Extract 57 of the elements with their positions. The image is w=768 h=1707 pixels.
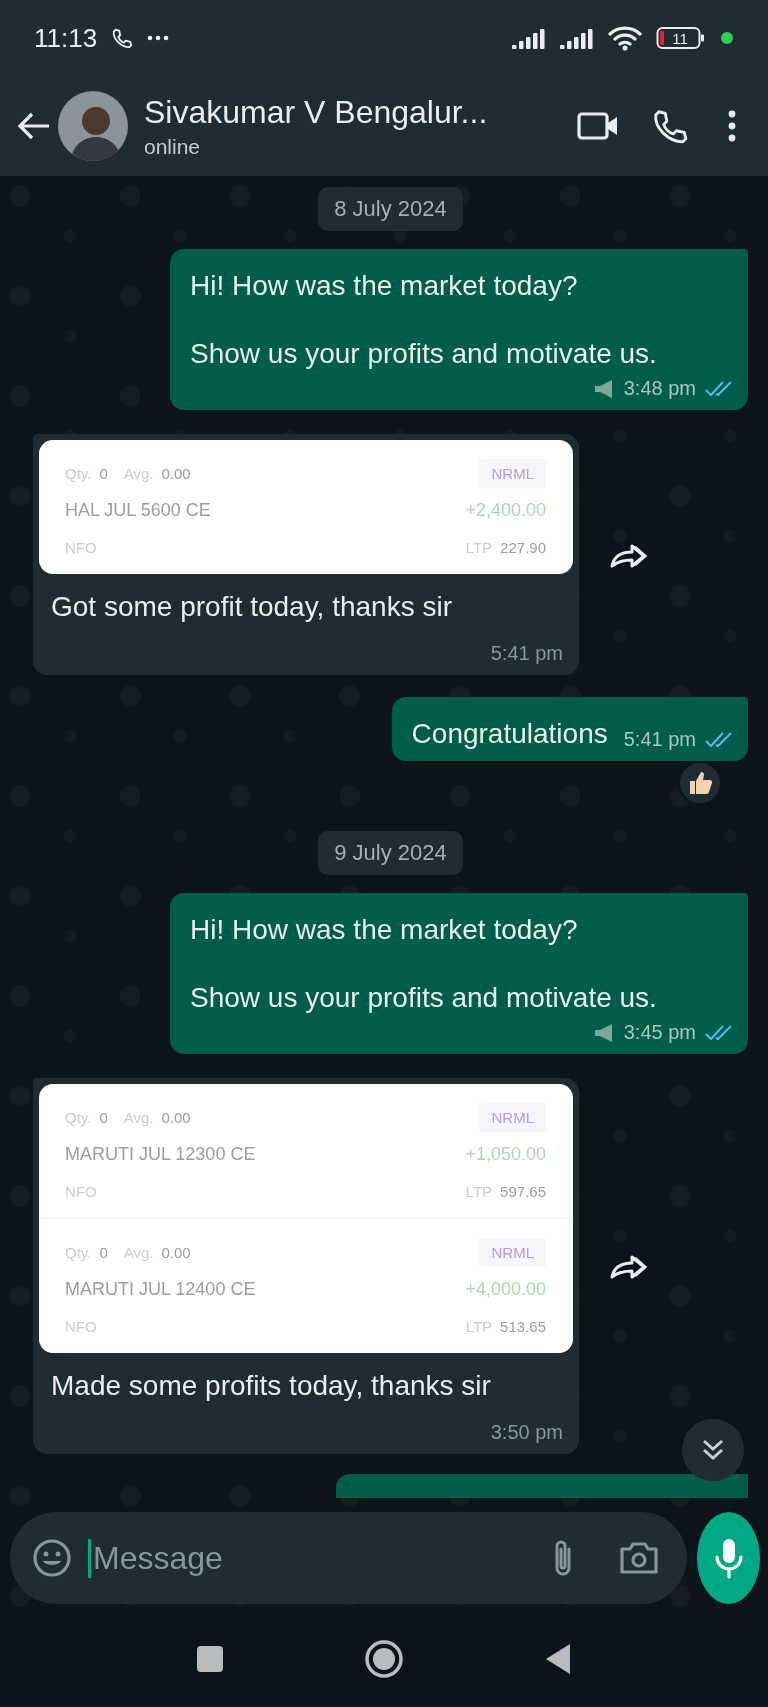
message-text: Show us your profits and motivate us. <box>190 337 657 371</box>
instrument-symbol: MARUTI JUL 12400 CE <box>65 1278 256 1300</box>
double-check-icon <box>704 379 734 398</box>
message-text: Show us your profits and motivate us. <box>190 981 657 1015</box>
product-tag: NRML <box>479 458 546 488</box>
message-time: 3:45 pm <box>623 1021 696 1044</box>
video-camera-icon <box>577 110 619 142</box>
qty-value: 0 <box>99 1243 108 1261</box>
wifi-icon <box>608 25 642 51</box>
message-text: Made some profits today, thanks sir <box>50 1369 492 1403</box>
ltp-value: 513.65 <box>500 1317 546 1335</box>
status-time: 11:13 <box>34 22 98 54</box>
phone-icon <box>651 107 689 145</box>
circle-icon <box>364 1638 404 1679</box>
pnl-value: +2,400.00 <box>465 499 546 521</box>
privacy-indicator-icon <box>720 31 734 45</box>
message-text: Congratulations <box>411 717 608 751</box>
pnl-value: +1,050.00 <box>465 1143 546 1165</box>
qty-value: 0 <box>99 1108 108 1126</box>
message-time: 5:41 pm <box>490 642 563 665</box>
product-tag: NRML <box>479 1102 546 1132</box>
outgoing-message-bubble[interactable]: Hi! How was the market today? Show us your profits and motivate us. 3:48 pm <box>170 249 748 410</box>
thumbs-up-icon <box>687 770 713 796</box>
camera-icon <box>619 1541 659 1575</box>
message-text: Hi! How was the market today? <box>190 913 579 947</box>
double-check-icon <box>704 1023 734 1042</box>
avg-value: 0.00 <box>161 464 191 482</box>
avg-value: 0.00 <box>161 1108 191 1126</box>
pnl-value: +4,000.00 <box>465 1278 546 1300</box>
ltp-value: 227.90 <box>500 538 546 556</box>
instrument-symbol: HAL JUL 5600 CE <box>65 499 211 521</box>
ltp-value: 597.65 <box>500 1182 546 1200</box>
instrument-symbol: MARUTI JUL 12300 CE <box>65 1143 256 1165</box>
microphone-icon <box>713 1537 744 1579</box>
emoji-icon[interactable] <box>32 1538 72 1578</box>
double-chevron-down-icon <box>700 1437 726 1463</box>
message-text: Hi! How was the market today? <box>190 269 579 303</box>
message-time: 3:50 pm <box>490 1421 563 1444</box>
contact-name[interactable]: Sivakumar V Bengalur... <box>144 93 488 131</box>
message-input[interactable]: Message <box>88 1538 515 1578</box>
double-check-icon <box>704 730 734 749</box>
message-time: 3:48 pm <box>623 377 696 400</box>
outgoing-message-bubble[interactable]: Hi! How was the market today? Show us your profits and motivate us. 3:45 pm <box>170 893 748 1054</box>
square-icon <box>196 1644 224 1673</box>
avg-value: 0.00 <box>161 1243 191 1261</box>
message-time: 5:41 pm <box>623 728 696 751</box>
signal-icon <box>512 27 546 49</box>
contact-status: online <box>144 134 201 159</box>
message-field[interactable]: Message <box>10 1512 687 1604</box>
triangle-icon <box>544 1641 572 1676</box>
phone-call-icon <box>111 27 134 49</box>
signal-icon <box>560 27 594 49</box>
product-tag: NRML <box>479 1237 546 1267</box>
menu-icon <box>728 110 736 142</box>
message-text: Got some profit today, thanks sir <box>50 590 453 624</box>
more-notifications-icon <box>147 35 170 41</box>
qty-value: 0 <box>99 464 108 482</box>
